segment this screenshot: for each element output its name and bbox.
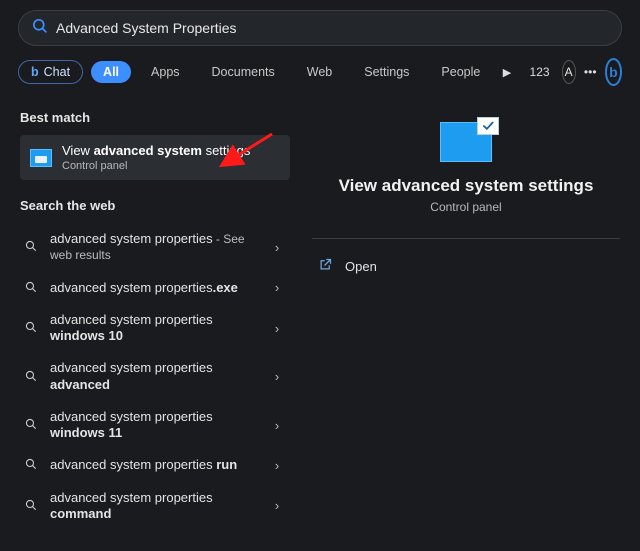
web-result-text: advanced system properties advanced: [50, 360, 258, 393]
search-icon: [31, 17, 48, 39]
tab-web-label: Web: [307, 65, 332, 79]
search-icon: [22, 417, 38, 433]
web-result-item[interactable]: advanced system properties.exe ›: [20, 272, 290, 304]
web-result-text: advanced system properties run: [50, 457, 258, 473]
monitor-checkmark-icon: [440, 122, 492, 162]
results-column: Best match View advanced system settings…: [0, 96, 296, 530]
search-icon: [22, 498, 38, 514]
web-results-list: advanced system properties - See web res…: [20, 223, 296, 530]
web-result-text: advanced system properties command: [50, 490, 258, 523]
open-label: Open: [345, 259, 377, 274]
chevron-right-icon: ›: [270, 418, 284, 433]
open-button[interactable]: Open: [310, 247, 622, 285]
chevron-right-icon: ›: [270, 498, 284, 513]
search-icon: [22, 457, 38, 473]
chevron-right-icon: ›: [270, 458, 284, 473]
search-icon: [22, 280, 38, 296]
tab-people[interactable]: People: [429, 61, 492, 83]
web-result-item[interactable]: advanced system properties windows 11 ›: [20, 401, 290, 450]
preview-panel: View advanced system settings Control pa…: [296, 96, 640, 530]
next-arrow-icon[interactable]: ▶: [500, 60, 513, 84]
avatar-letter: A: [565, 65, 573, 79]
tab-apps[interactable]: Apps: [139, 61, 192, 83]
web-result-item[interactable]: advanced system properties command ›: [20, 482, 290, 531]
tab-chat-label: Chat: [44, 65, 70, 79]
web-result-item[interactable]: advanced system properties advanced ›: [20, 352, 290, 401]
tab-apps-label: Apps: [151, 65, 180, 79]
tab-row: b Chat All Apps Documents Web Settings P…: [0, 46, 640, 96]
bing-button[interactable]: b: [605, 58, 622, 86]
best-match-prefix: View: [62, 143, 94, 158]
best-match-suffix: settings: [202, 143, 250, 158]
best-match-text: View advanced system settings Control pa…: [62, 143, 250, 172]
bing-b-icon: b: [609, 64, 618, 80]
avatar[interactable]: A: [562, 60, 576, 84]
tab-web[interactable]: Web: [295, 61, 344, 83]
best-match-bold: advanced system: [94, 143, 202, 158]
preview-title: View advanced system settings: [310, 176, 622, 196]
tab-all[interactable]: All: [91, 61, 131, 83]
web-result-text: advanced system properties - See web res…: [50, 231, 258, 264]
best-match-sub: Control panel: [62, 160, 250, 172]
chevron-right-icon: ›: [270, 369, 284, 384]
tab-people-label: People: [441, 65, 480, 79]
tab-settings[interactable]: Settings: [352, 61, 421, 83]
more-icon[interactable]: •••: [584, 60, 597, 84]
tab-documents[interactable]: Documents: [200, 61, 287, 83]
web-result-text: advanced system properties.exe: [50, 280, 258, 296]
web-result-text: advanced system properties windows 11: [50, 409, 258, 442]
rewards-badge[interactable]: 123: [530, 60, 554, 84]
tab-documents-label: Documents: [212, 65, 275, 79]
divider: [312, 238, 620, 239]
search-web-heading: Search the web: [20, 198, 296, 213]
tab-all-label: All: [103, 65, 119, 79]
best-match-heading: Best match: [20, 110, 296, 125]
tab-settings-label: Settings: [364, 65, 409, 79]
chevron-right-icon: ›: [270, 240, 284, 255]
preview-sub: Control panel: [310, 200, 622, 214]
web-result-item[interactable]: advanced system properties - See web res…: [20, 223, 290, 272]
rewards-count: 123: [530, 65, 550, 79]
web-result-item[interactable]: advanced system properties run ›: [20, 449, 290, 481]
search-bar[interactable]: [18, 10, 622, 46]
chevron-right-icon: ›: [270, 280, 284, 295]
search-icon: [22, 320, 38, 336]
web-result-item[interactable]: advanced system properties windows 10 ›: [20, 304, 290, 353]
chevron-right-icon: ›: [270, 321, 284, 336]
search-input[interactable]: [56, 20, 609, 36]
search-icon: [22, 239, 38, 255]
best-match-result[interactable]: View advanced system settings Control pa…: [20, 135, 290, 180]
search-icon: [22, 369, 38, 385]
bing-spark-icon: b: [31, 65, 39, 79]
control-panel-icon: [30, 149, 52, 167]
open-external-icon: [318, 257, 333, 275]
web-result-text: advanced system properties windows 10: [50, 312, 258, 345]
tab-chat[interactable]: b Chat: [18, 60, 83, 84]
